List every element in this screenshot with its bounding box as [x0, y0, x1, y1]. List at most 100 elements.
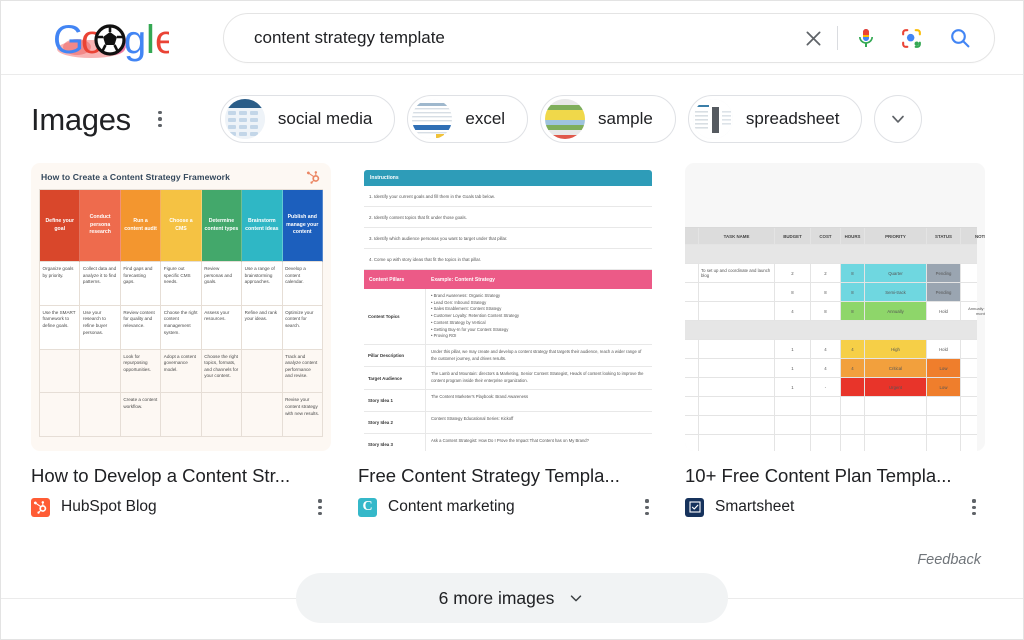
hubspot-cell: Use your research to refine buyer person…: [80, 305, 121, 350]
strategy-row-label: Content Topics: [364, 289, 426, 345]
hubspot-cell: Adopt a content governance model.: [161, 349, 202, 394]
image-result-2[interactable]: Instructions 1. Identify your current go…: [358, 163, 658, 518]
result-title[interactable]: How to Develop a Content Str...: [31, 464, 331, 487]
smartsheet-row: [685, 397, 977, 416]
hubspot-cell: Track and analyze content performance an…: [282, 349, 323, 394]
strategy-row-label: Story Idea 1: [364, 389, 426, 411]
hubspot-card-heading: How to Create a Content Strategy Framewo…: [41, 172, 231, 182]
smartsheet-cell: [699, 378, 775, 396]
instruction-row: 4. Come up with story ideas that fit the…: [364, 249, 652, 270]
smartsheet-cell: [775, 416, 811, 434]
dot: [645, 505, 649, 509]
hubspot-cell: [80, 393, 121, 437]
images-options-menu[interactable]: [147, 102, 173, 136]
filter-chip-sample[interactable]: sample: [540, 95, 676, 143]
smartsheet-row: [685, 245, 977, 264]
strategy-row-value: Ask a Content Strategist: How Do I Prove…: [431, 437, 589, 443]
dot: [158, 123, 162, 128]
result-thumbnail-hubspot[interactable]: How to Create a Content Strategy Framewo…: [31, 163, 331, 451]
filter-chip-social-media[interactable]: social media: [219, 95, 396, 143]
smartsheet-cell: 4: [811, 340, 841, 358]
result-thumbnail-content-marketing[interactable]: Instructions 1. Identify your current go…: [358, 163, 658, 451]
smartsheet-cell: [685, 359, 699, 377]
section-header-right: Example: Content Strategy: [431, 276, 495, 283]
excel-thumb-svg: [412, 99, 453, 139]
smartsheet-cell: 2: [811, 264, 841, 282]
result-options-menu[interactable]: [963, 496, 985, 518]
image-results-grid: How to Create a Content Strategy Framewo…: [1, 163, 1023, 518]
hubspot-watermark-icon: [306, 171, 320, 184]
smartsheet-cell: [699, 283, 775, 301]
chevron-down-icon: [571, 595, 582, 602]
strategy-row-label: Story Idea 2: [364, 411, 426, 433]
filter-chip-spreadsheet[interactable]: spreadsheet: [687, 95, 863, 143]
hubspot-cell: Use a range of brainstorming approaches.: [242, 262, 283, 306]
smartsheet-cell: -: [811, 378, 841, 396]
smartsheet-cell: [961, 264, 985, 282]
smartsheet-cell: [841, 416, 865, 434]
clear-icon[interactable]: [791, 16, 835, 60]
image-result-3[interactable]: TASK NAME BUDGET COST HOURS PRIORITY STATUS NO…: [685, 163, 985, 518]
hubspot-cell: Find gaps and forecasting gaps.: [120, 262, 162, 306]
expand-filters-button[interactable]: [874, 95, 923, 143]
smartsheet-cell: Critical: [865, 359, 927, 377]
smartsheet-cell: [685, 378, 699, 396]
spreadsheet-thumb-icon: [692, 99, 733, 139]
filter-chip-excel[interactable]: excel: [407, 95, 529, 143]
hubspot-favicon: [31, 497, 50, 517]
smartsheet-cell: [699, 397, 775, 415]
dot: [645, 499, 649, 503]
microphone-icon[interactable]: [844, 16, 888, 60]
smartsheet-plan-card: TASK NAME BUDGET COST HOURS PRIORITY STATUS NO…: [685, 163, 985, 451]
social-media-thumb-svg: [224, 99, 265, 139]
google-doodle-logo[interactable]: G o g l e: [29, 13, 177, 63]
dot: [645, 511, 649, 515]
smartsheet-cell: [865, 397, 927, 415]
smartsheet-cell: To set up and coordinate and launch blog: [699, 264, 775, 282]
image-result-1[interactable]: How to Create a Content Strategy Framewo…: [31, 163, 331, 518]
smartsheet-cell: [961, 435, 985, 451]
spreadsheet-thumb-svg: [692, 99, 733, 139]
smartsheet-cell: Urgent: [865, 378, 927, 396]
hubspot-framework-card: How to Create a Content Strategy Framewo…: [31, 163, 331, 451]
smartsheet-cell: [961, 359, 985, 377]
smartsheet-cell: PRIORITY: [865, 228, 927, 244]
smartsheet-cell: Low: [927, 378, 961, 396]
smartsheet-cell: [685, 283, 699, 301]
sample-thumb-icon: [545, 99, 586, 139]
smartsheet-row: [685, 416, 977, 435]
smartsheet-cell: [699, 435, 775, 451]
soccer-ball-icon: [94, 24, 126, 56]
smartsheet-row: [685, 321, 977, 340]
strategy-row-value: Under this pillar, we may create and dev…: [431, 349, 642, 361]
strategy-row-value: Content Strategy Educational Series: Kic…: [431, 415, 514, 421]
search-box[interactable]: [223, 13, 995, 63]
result-title[interactable]: 10+ Free Content Plan Templa...: [685, 464, 985, 487]
search-submit-icon[interactable]: [934, 16, 986, 60]
result-options-menu[interactable]: [309, 496, 331, 518]
smartsheet-cell: 8: [811, 283, 841, 301]
smartsheet-cell: [775, 397, 811, 415]
smartsheet-cell: NOTES: [961, 228, 985, 244]
feedback-link[interactable]: Feedback: [917, 552, 981, 568]
smartsheet-cell: Annually: [865, 302, 927, 320]
result-thumbnail-smartsheet[interactable]: TASK NAME BUDGET COST HOURS PRIORITY STATUS NO…: [685, 163, 985, 451]
magnifier-icon-svg: [951, 29, 970, 48]
smartsheet-cell: 4: [841, 359, 865, 377]
google-lens-icon[interactable]: [888, 16, 934, 60]
smartsheet-row: 1 4 4 High Hold: [685, 340, 977, 359]
result-source-row: HubSpot Blog: [31, 496, 331, 518]
hubspot-cell: [201, 393, 243, 437]
hubspot-cell: [242, 393, 283, 437]
svg-text:e: e: [155, 18, 169, 62]
strategy-row: Pillar Description Under this pillar, we …: [364, 345, 652, 368]
hubspot-column-header: Conduct persona research: [80, 190, 121, 262]
smartsheet-cell: Quarter: [865, 264, 927, 282]
hubspot-column-header: Publish and manage your content: [282, 190, 323, 262]
more-images-button[interactable]: 6 more images: [296, 573, 728, 623]
strategy-row: Story Idea 1 The Content Marketer's Playb…: [364, 389, 652, 412]
search-input[interactable]: [224, 15, 791, 61]
result-title[interactable]: Free Content Strategy Templa...: [358, 464, 658, 487]
smartsheet-cell: HOURS: [841, 228, 865, 244]
result-options-menu[interactable]: [636, 496, 658, 518]
